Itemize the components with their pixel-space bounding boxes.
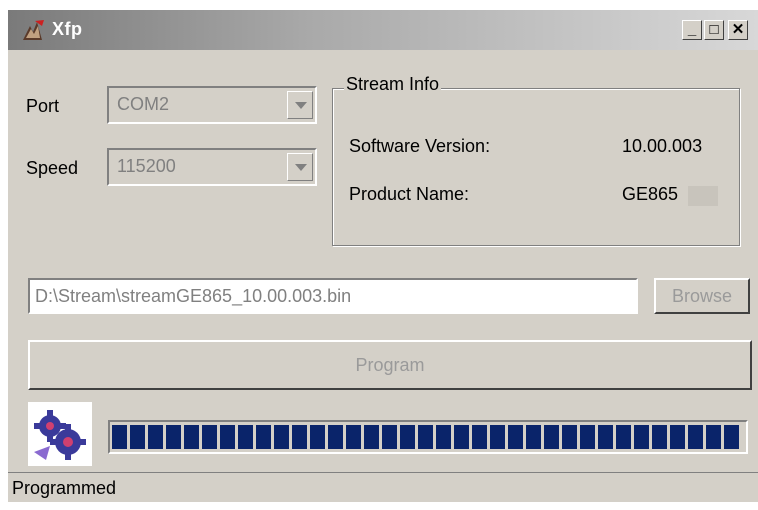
chevron-down-icon <box>295 164 307 171</box>
progress-block <box>562 425 577 449</box>
progress-block <box>670 425 685 449</box>
progress-block <box>616 425 631 449</box>
progress-block <box>310 425 325 449</box>
progress-block <box>328 425 343 449</box>
status-text: Programmed <box>12 478 117 498</box>
product-name-label: Product Name: <box>349 184 470 204</box>
port-select[interactable]: COM2 <box>107 86 317 124</box>
progress-block <box>112 425 127 449</box>
progress-block <box>598 425 613 449</box>
speed-value: 115200 <box>117 156 176 176</box>
program-button[interactable]: Program <box>28 340 752 390</box>
browse-button[interactable]: Browse <box>654 278 750 314</box>
progress-block <box>220 425 235 449</box>
progress-block <box>472 425 487 449</box>
browse-label: Browse <box>671 286 733 306</box>
progress-block <box>508 425 523 449</box>
software-version-label: Software Version: <box>349 136 491 156</box>
speed-select[interactable]: 115200 <box>107 148 317 186</box>
progress-block <box>238 425 253 449</box>
progress-block <box>184 425 199 449</box>
file-path-value: D:\Stream\streamGE865_10.00.003.bin <box>35 286 352 306</box>
close-icon: ✕ <box>731 21 745 38</box>
speed-label: Speed <box>26 158 79 178</box>
speed-dropdown-button[interactable] <box>287 153 313 181</box>
progress-block <box>382 425 397 449</box>
progress-block <box>634 425 649 449</box>
progress-block <box>418 425 433 449</box>
progress-block <box>688 425 703 449</box>
port-dropdown-button[interactable] <box>287 91 313 119</box>
product-name-value: GE865 <box>622 184 679 204</box>
xfp-window: Xfp _ □ ✕ Port COM2 Speed 115200 Stream … <box>8 10 758 502</box>
progress-block <box>580 425 595 449</box>
software-version-value: 10.00.003 <box>622 136 703 156</box>
title-bar[interactable]: Xfp _ □ ✕ <box>8 10 758 50</box>
progress-block <box>436 425 451 449</box>
stream-info-title: Stream Info <box>344 74 442 95</box>
progress-block <box>130 425 145 449</box>
progress-block <box>148 425 163 449</box>
progress-block <box>364 425 379 449</box>
progress-block <box>454 425 469 449</box>
window-title: Xfp <box>52 19 83 39</box>
progress-block <box>652 425 667 449</box>
close-button[interactable]: ✕ <box>728 20 748 40</box>
minimize-button[interactable]: _ <box>682 20 702 40</box>
progress-block <box>256 425 271 449</box>
minimize-icon: _ <box>687 21 697 38</box>
progress-block <box>292 425 307 449</box>
port-label: Port <box>26 96 60 116</box>
chevron-down-icon <box>295 102 307 109</box>
progress-block <box>526 425 541 449</box>
stream-info-group <box>332 88 740 246</box>
programming-progress-bar <box>108 420 748 454</box>
program-label: Program <box>355 355 425 375</box>
port-value: COM2 <box>117 94 170 114</box>
xfp-app-icon <box>23 20 44 40</box>
progress-block <box>346 425 361 449</box>
progress-block <box>400 425 415 449</box>
progress-block <box>490 425 505 449</box>
progress-block <box>724 425 739 449</box>
maximize-button[interactable]: □ <box>704 20 724 40</box>
product-name-trailing-box <box>688 186 718 206</box>
progress-block <box>706 425 721 449</box>
status-bar: Programmed <box>8 472 758 502</box>
progress-block <box>274 425 289 449</box>
gears-icon <box>28 402 92 466</box>
file-path-field[interactable]: D:\Stream\streamGE865_10.00.003.bin <box>28 278 638 314</box>
progress-block <box>544 425 559 449</box>
progress-block <box>166 425 181 449</box>
progress-block <box>202 425 217 449</box>
maximize-icon: □ <box>709 21 719 38</box>
